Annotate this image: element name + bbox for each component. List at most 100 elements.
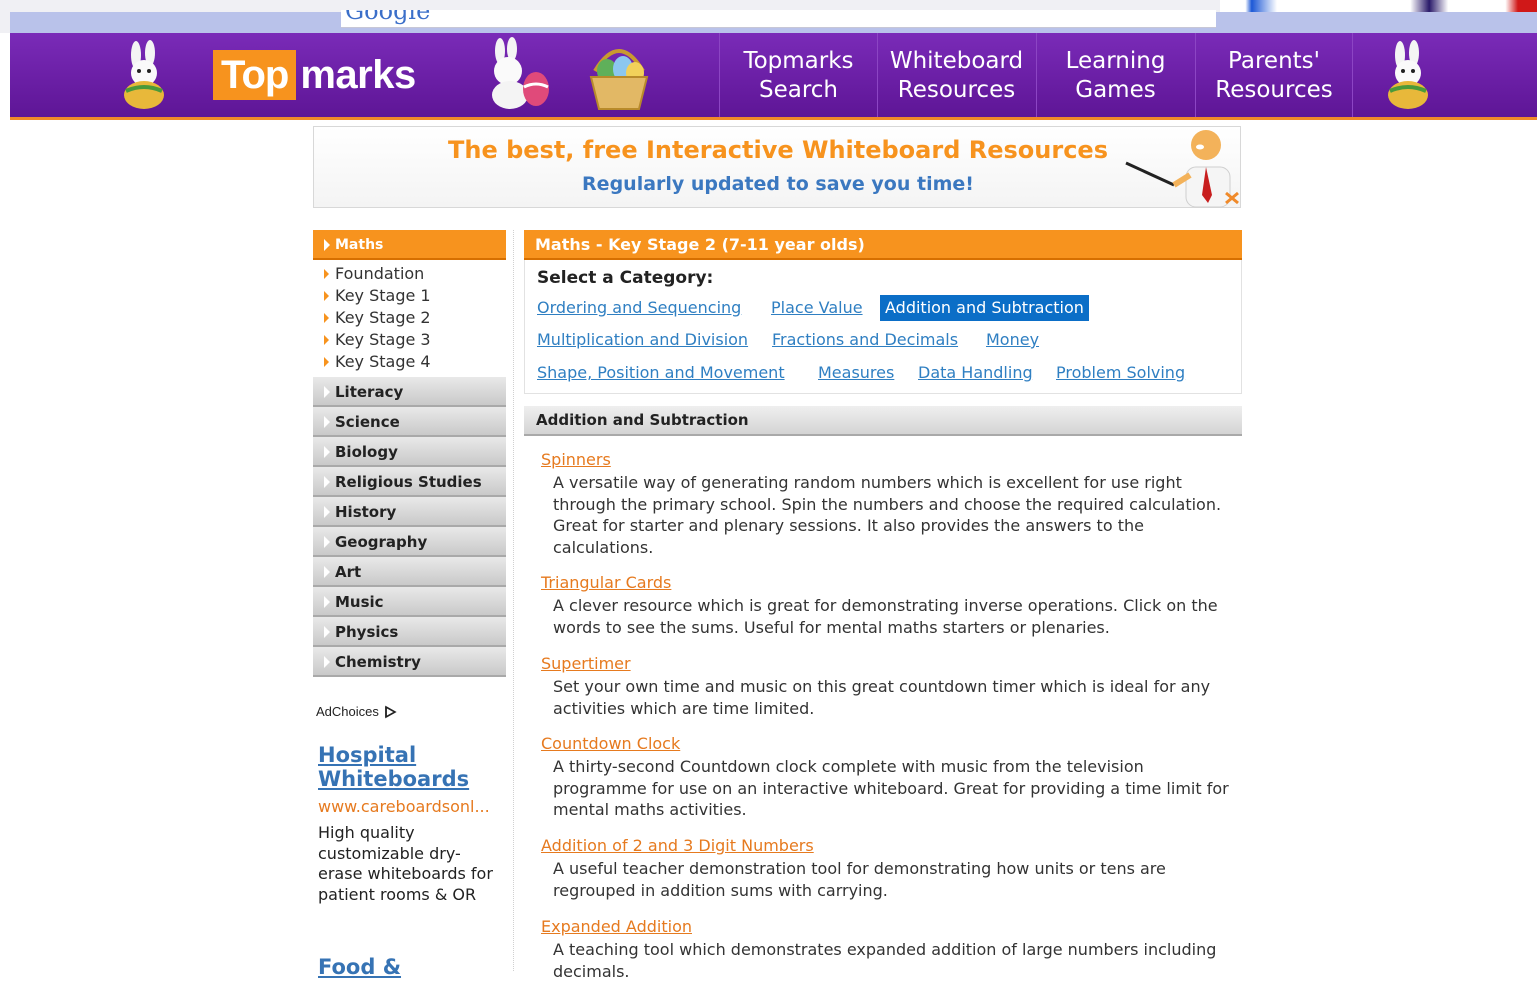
banner-subline: Regularly updated to save you time! xyxy=(582,173,974,195)
sidebar-subitem-key-stage-3[interactable]: Key Stage 3 xyxy=(313,329,506,351)
category-selector: Select a Category: Ordering and Sequenci… xyxy=(524,260,1242,394)
sidebar-item-label: Biology xyxy=(335,443,398,461)
category-money[interactable]: Money xyxy=(986,327,1039,353)
resource-item: Addition of 2 and 3 Digit Numbers A usef… xyxy=(541,835,1241,901)
sidebar-item-geography[interactable]: Geography xyxy=(313,527,506,557)
nav-learning-games[interactable]: Learning Games xyxy=(1036,33,1194,117)
adchoices-icon xyxy=(385,705,397,718)
ad-title-link[interactable]: Food & xyxy=(318,955,401,979)
sidebar-item-chemistry[interactable]: Chemistry xyxy=(313,647,506,677)
sidebar-item-label: Music xyxy=(335,593,384,611)
category-place-value[interactable]: Place Value xyxy=(771,295,863,321)
resource-item: Countdown Clock A thirty-second Countdow… xyxy=(541,733,1241,821)
resource-title-link[interactable]: Supertimer xyxy=(541,653,1241,675)
category-problem-solving[interactable]: Problem Solving xyxy=(1056,360,1185,386)
sidebar-item-label: Art xyxy=(335,563,362,581)
sidebar-item-literacy[interactable]: Literacy xyxy=(313,377,506,407)
arrow-right-icon xyxy=(324,239,330,251)
adchoices-link[interactable]: AdChoices xyxy=(316,704,397,719)
resource-title-link[interactable]: Triangular Cards xyxy=(541,572,1241,594)
subitem-label: Key Stage 1 xyxy=(335,286,431,305)
arrow-right-icon xyxy=(324,656,330,668)
sidebar-item-biology[interactable]: Biology xyxy=(313,437,506,467)
sidebar-item-maths[interactable]: Maths xyxy=(313,230,506,260)
nav-label: Learning Games xyxy=(1065,48,1166,103)
site-header: Top marks Topmarks Search Whiteboard Res… xyxy=(10,33,1537,120)
sidebar-subitem-key-stage-1[interactable]: Key Stage 1 xyxy=(313,285,506,307)
nav-label: Topmarks Search xyxy=(743,48,854,103)
arrow-right-icon xyxy=(324,291,329,301)
sidebar-item-science[interactable]: Science xyxy=(313,407,506,437)
maths-sublist: Foundation Key Stage 1 Key Stage 2 Key S… xyxy=(313,260,506,377)
easter-basket-icon xyxy=(589,49,649,110)
arrow-right-icon xyxy=(324,357,329,367)
resource-description: A thirty-second Countdown clock complete… xyxy=(553,757,1229,819)
ad-title-link[interactable]: Hospital Whiteboards xyxy=(318,743,508,791)
google-search-box[interactable]: Google xyxy=(341,10,1216,28)
resource-title-link[interactable]: Countdown Clock xyxy=(541,733,1241,755)
page-title: Maths - Key Stage 2 (7-11 year olds) xyxy=(524,230,1242,260)
category-ordering-and-sequencing[interactable]: Ordering and Sequencing xyxy=(537,295,741,321)
logo-top: Top xyxy=(213,50,297,100)
resource-description: A teaching tool which demonstrates expan… xyxy=(553,940,1217,981)
arrow-right-icon xyxy=(324,335,329,345)
sidebar-item-label: Physics xyxy=(335,623,399,641)
arrow-right-icon xyxy=(324,596,330,608)
resource-title-link[interactable]: Spinners xyxy=(541,449,1241,471)
subitem-label: Key Stage 2 xyxy=(335,308,431,327)
subitem-label: Key Stage 3 xyxy=(335,330,431,349)
sidebar-item-label: Science xyxy=(335,413,400,431)
resource-item: Triangular Cards A clever resource which… xyxy=(541,572,1241,638)
category-measures[interactable]: Measures xyxy=(818,360,894,386)
ad-description: High quality customizable dry-erase whit… xyxy=(318,823,493,904)
arrow-right-icon xyxy=(324,506,330,518)
category-addition-and-subtraction[interactable]: Addition and Subtraction xyxy=(880,295,1089,321)
column-divider xyxy=(513,230,514,971)
adchoices-label: AdChoices xyxy=(316,704,379,719)
resource-item: Spinners A versatile way of generating r… xyxy=(541,449,1241,558)
topmarks-logo[interactable]: Top marks xyxy=(213,49,416,101)
ad-url-link[interactable]: www.careboardsonl... xyxy=(318,797,490,816)
resource-description: A useful teacher demonstration tool for … xyxy=(553,859,1166,900)
nav-whiteboard-resources[interactable]: Whiteboard Resources xyxy=(877,33,1035,117)
sidebar-item-physics[interactable]: Physics xyxy=(313,617,506,647)
category-shape-position-and-movement[interactable]: Shape, Position and Movement xyxy=(537,360,785,386)
sidebar-item-label: Literacy xyxy=(335,383,404,401)
easter-bunny-icon xyxy=(1388,40,1428,109)
arrow-right-icon xyxy=(324,626,330,638)
sidebar-subitem-key-stage-2[interactable]: Key Stage 2 xyxy=(313,307,506,329)
sidebar-subitem-key-stage-4[interactable]: Key Stage 4 xyxy=(313,351,506,373)
nav-parents-resources[interactable]: Parents' Resources xyxy=(1195,33,1353,117)
sidebar-item-religious-studies[interactable]: Religious Studies xyxy=(313,467,506,497)
arrow-right-icon xyxy=(324,313,329,323)
resource-description: Set your own time and music on this grea… xyxy=(553,677,1211,718)
category-multiplication-and-division[interactable]: Multiplication and Division xyxy=(537,327,748,353)
arrow-right-icon xyxy=(324,416,330,428)
subject-sidebar: Maths Foundation Key Stage 1 Key Stage 2… xyxy=(313,230,506,677)
category-data-handling[interactable]: Data Handling xyxy=(918,360,1033,386)
google-logo: Google xyxy=(345,10,431,25)
sidebar-item-art[interactable]: Art xyxy=(313,557,506,587)
sidebar-item-label: History xyxy=(335,503,397,521)
nav-label: Parents' Resources xyxy=(1215,48,1333,103)
sidebar-item-history[interactable]: History xyxy=(313,497,506,527)
logo-marks: marks xyxy=(300,52,416,97)
sidebar-item-music[interactable]: Music xyxy=(313,587,506,617)
teacher-pointer-icon xyxy=(1125,130,1239,208)
arrow-right-icon xyxy=(324,566,330,578)
sidebar-subitem-foundation[interactable]: Foundation xyxy=(313,263,506,285)
resource-description: A versatile way of generating random num… xyxy=(553,473,1222,557)
nav-topmarks-search[interactable]: Topmarks Search xyxy=(719,33,877,117)
category-fractions-and-decimals[interactable]: Fractions and Decimals xyxy=(772,327,958,353)
arrow-right-icon xyxy=(324,386,330,398)
resource-description: A clever resource which is great for dem… xyxy=(553,596,1218,637)
resource-title-link[interactable]: Addition of 2 and 3 Digit Numbers xyxy=(541,835,1241,857)
easter-bunny-icon xyxy=(124,40,164,109)
banner-headline: The best, free Interactive Whiteboard Re… xyxy=(448,136,1108,164)
arrow-right-icon xyxy=(324,269,329,279)
bunny-with-egg-icon xyxy=(492,37,549,109)
resource-item: Supertimer Set your own time and music o… xyxy=(541,653,1241,719)
sidebar-item-label: Maths xyxy=(335,237,384,253)
resource-title-link[interactable]: Expanded Addition xyxy=(541,916,1241,938)
arrow-right-icon xyxy=(324,476,330,488)
